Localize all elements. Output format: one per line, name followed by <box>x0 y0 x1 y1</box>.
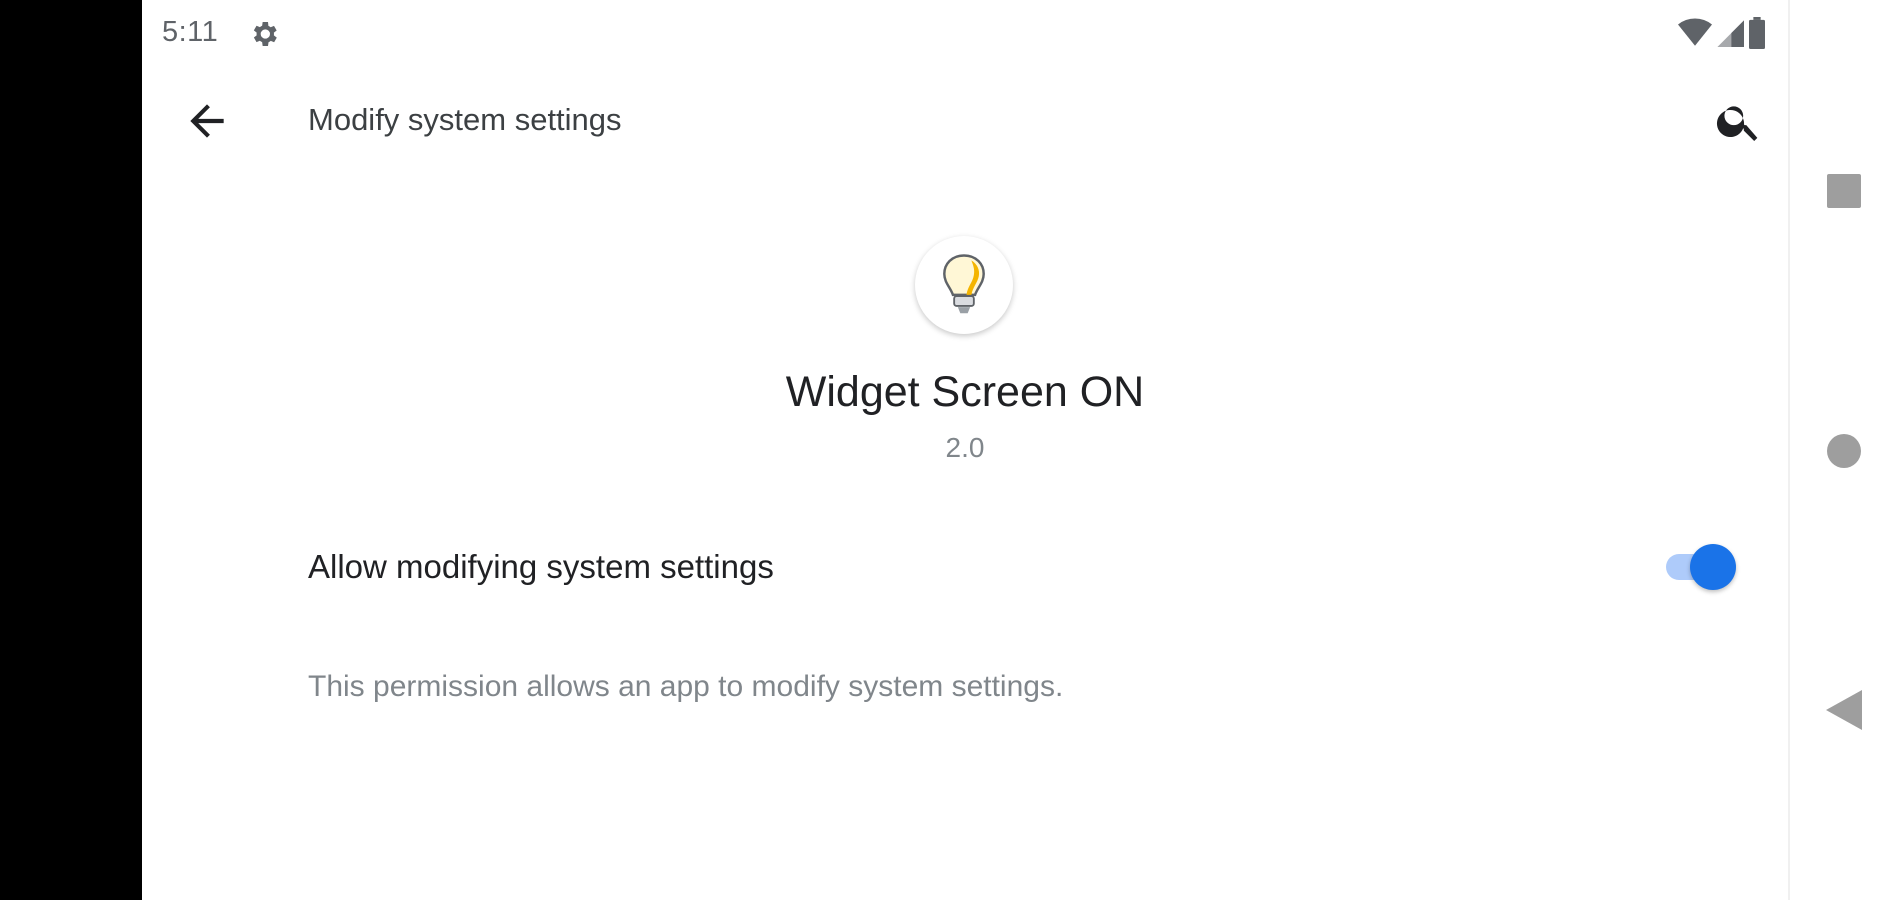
letterbox-left <box>0 0 142 900</box>
status-time: 5:11 <box>162 16 219 48</box>
status-icons <box>1678 16 1766 50</box>
lightbulb-icon <box>943 254 985 314</box>
battery-icon <box>1749 17 1765 49</box>
toggle-label: Allow modifying system settings <box>308 548 774 585</box>
permission-description: This permission allows an app to modify … <box>308 670 1064 703</box>
wifi-icon <box>1678 18 1712 46</box>
settings-screen: 5:11 Modify system settings Widget Scree <box>142 0 1788 900</box>
recents-square-icon[interactable] <box>1827 174 1861 208</box>
settings-gear-icon <box>253 22 277 46</box>
app-icon <box>915 236 1013 334</box>
home-circle-icon[interactable] <box>1827 434 1861 468</box>
app-version: 2.0 <box>945 432 985 463</box>
back-triangle-icon[interactable] <box>1826 690 1862 730</box>
search-icon[interactable] <box>1714 96 1764 146</box>
app-name: Widget Screen ON <box>785 368 1145 416</box>
back-arrow-icon[interactable] <box>182 96 232 146</box>
navigation-bar <box>1788 0 1896 900</box>
signal-icon <box>1717 20 1744 47</box>
page-title: Modify system settings <box>308 102 622 137</box>
allow-modify-settings-row[interactable]: Allow modifying system settings <box>308 530 1758 606</box>
allow-modify-settings-switch[interactable] <box>1662 542 1736 590</box>
switch-thumb <box>1690 544 1736 590</box>
